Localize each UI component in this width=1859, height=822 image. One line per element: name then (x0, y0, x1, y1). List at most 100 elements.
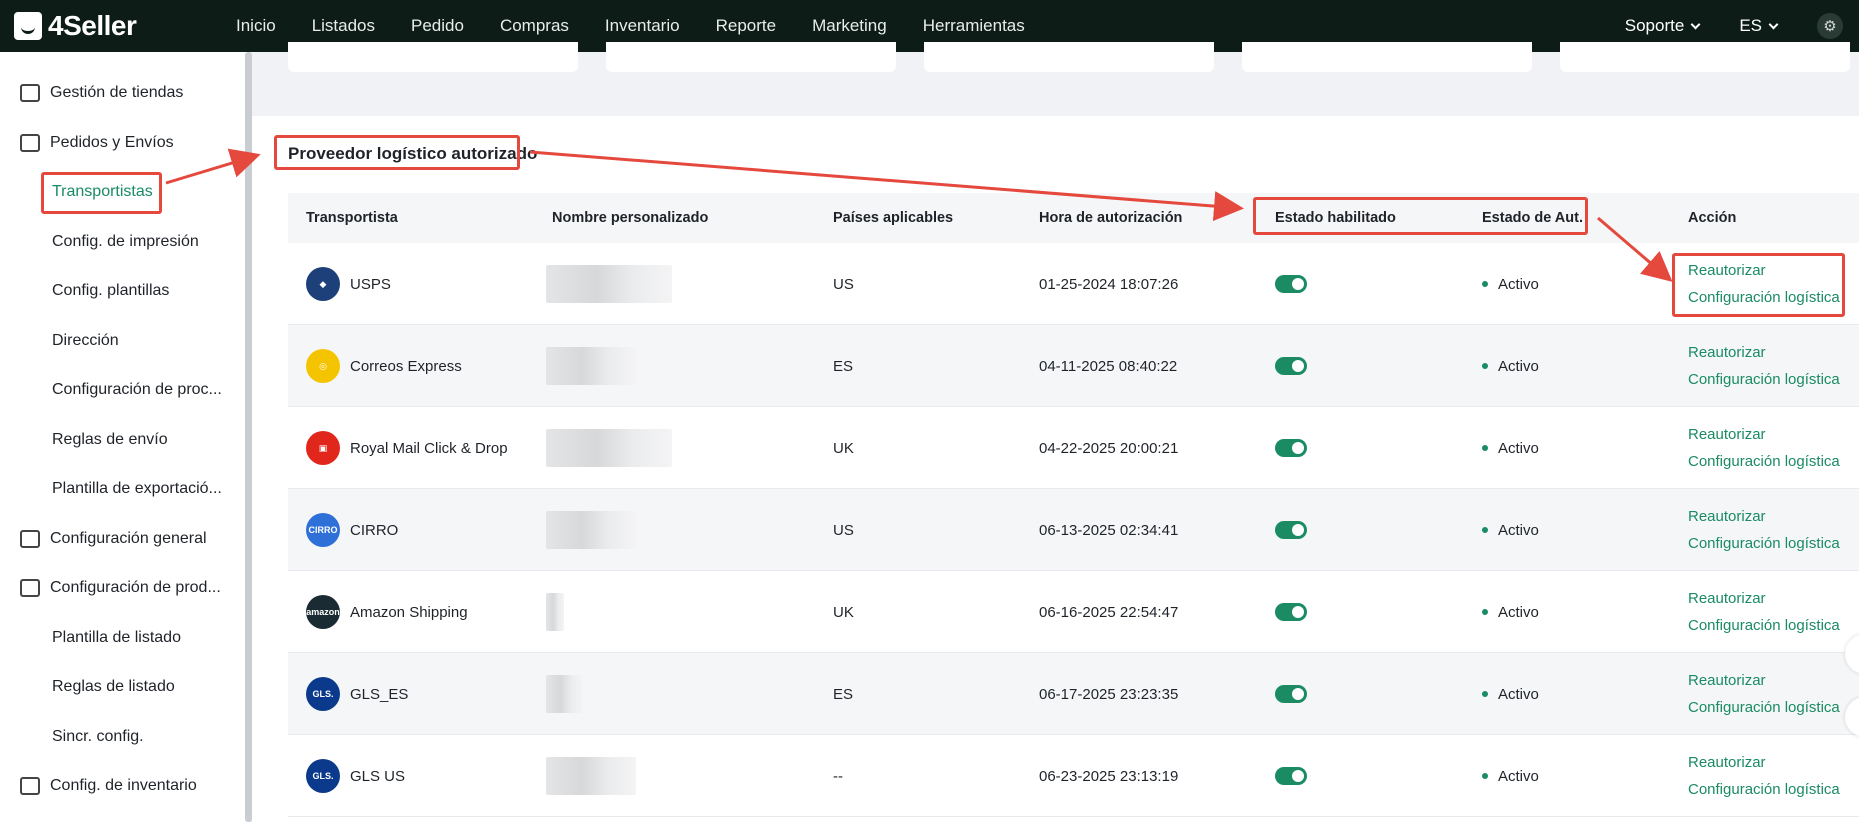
gear-icon[interactable]: ⚙ (1817, 13, 1843, 39)
enabled-cell (1275, 243, 1307, 325)
auth-time-cell: 01-25-2024 18:07:26 (1039, 275, 1179, 293)
custom-name-cell (546, 735, 636, 817)
store-icon (20, 84, 40, 102)
sidebar-item-plantilla-listado[interactable]: Plantilla de listado (0, 618, 245, 658)
sidebar-item-plantilla-exportacion[interactable]: Plantilla de exportació... (0, 469, 245, 509)
sidebar-item-gestion-tiendas[interactable]: Gestión de tiendas (0, 73, 245, 113)
action-cell: Reautorizar Configuración logística (1688, 407, 1840, 489)
enabled-cell (1275, 571, 1307, 653)
nav-item-inventario[interactable]: Inventario (605, 16, 680, 36)
sidebar-item-config-procesamiento[interactable]: Configuración de proc... (0, 370, 245, 410)
action-cell: Reautorizar Configuración logística (1688, 489, 1840, 571)
sidebar-item-pedidos-envios[interactable]: Pedidos y Envíos (0, 123, 245, 163)
table-row: GLS. GLS US -- 06-23-2025 23:13:19 Activ… (288, 735, 1859, 817)
status-dot-icon (1482, 527, 1488, 533)
nav-item-inicio[interactable]: Inicio (236, 16, 276, 36)
reauthorize-link[interactable]: Reautorizar (1688, 503, 1766, 530)
sidebar-item-config-general[interactable]: Configuración general (0, 519, 245, 559)
reauthorize-link[interactable]: Reautorizar (1688, 667, 1766, 694)
enabled-toggle[interactable] (1275, 603, 1307, 621)
status-badge: Activo (1498, 521, 1539, 539)
sidebar-item-label: Configuración de prod... (50, 579, 221, 596)
status-badge: Activo (1498, 275, 1539, 293)
sidebar-item-reglas-envio[interactable]: Reglas de envío (0, 420, 245, 460)
logistics-config-link[interactable]: Configuración logística (1688, 448, 1840, 475)
action-cell: Reautorizar Configuración logística (1688, 571, 1840, 653)
action-cell: Reautorizar Configuración logística (1688, 653, 1840, 735)
countries-cell: ES (833, 685, 854, 703)
logistics-config-link[interactable]: Configuración logística (1688, 530, 1840, 557)
sidebar-item-config-inventario[interactable]: Config. de inventario (0, 766, 245, 806)
table-row: ▣ Royal Mail Click & Drop UK 04-22-2025 … (288, 407, 1859, 489)
enabled-cell (1275, 653, 1307, 735)
reauthorize-link[interactable]: Reautorizar (1688, 421, 1766, 448)
logistics-config-link[interactable]: Configuración logística (1688, 776, 1840, 803)
nav-item-compras[interactable]: Compras (500, 16, 569, 36)
logistics-config-link[interactable]: Configuración logística (1688, 284, 1840, 311)
chevron-down-icon (1690, 19, 1701, 29)
sidebar-item-label: Configuración general (50, 530, 207, 547)
inventory-icon (20, 777, 40, 795)
countries-cell: ES (833, 357, 854, 375)
summary-cards (252, 42, 1859, 98)
carrier-name: GLS US (350, 767, 406, 785)
col-enabled: Estado habilitado (1275, 210, 1396, 226)
support-dropdown[interactable]: Soporte (1625, 16, 1701, 36)
carrier-cell: ◎ Correos Express (306, 325, 462, 407)
status-dot-icon (1482, 445, 1488, 451)
sidebar-item-config-impresion[interactable]: Config. de impresión (0, 222, 245, 262)
logistics-config-link[interactable]: Configuración logística (1688, 366, 1840, 393)
chevron-down-icon (1768, 19, 1779, 29)
sidebar-item-reglas-listado[interactable]: Reglas de listado (0, 667, 245, 707)
sidebar-item-sincr-config[interactable]: Sincr. config. (0, 717, 245, 757)
carrier-name: CIRRO (350, 521, 399, 539)
reauthorize-link[interactable]: Reautorizar (1688, 257, 1766, 284)
sidebar-scrollbar[interactable] (245, 52, 252, 822)
enabled-toggle[interactable] (1275, 521, 1307, 539)
reauthorize-link[interactable]: Reautorizar (1688, 749, 1766, 776)
carrier-cell: ▣ Royal Mail Click & Drop (306, 407, 508, 489)
amazon-shipping-logo: amazon (306, 595, 340, 629)
enabled-toggle[interactable] (1275, 685, 1307, 703)
summary-card (1242, 42, 1532, 72)
logistics-config-link[interactable]: Configuración logística (1688, 612, 1840, 639)
nav-item-herramientas[interactable]: Herramientas (923, 16, 1025, 36)
status-dot-icon (1482, 609, 1488, 615)
custom-name-cell (546, 489, 636, 571)
redacted-custom-name (546, 347, 636, 385)
auth-time-cell: 06-23-2025 23:13:19 (1039, 767, 1179, 785)
enabled-toggle[interactable] (1275, 275, 1307, 293)
enabled-toggle[interactable] (1275, 439, 1307, 457)
language-dropdown[interactable]: ES (1739, 16, 1779, 36)
enabled-toggle[interactable] (1275, 767, 1307, 785)
auth-time-cell: 04-22-2025 20:00:21 (1039, 439, 1179, 457)
sidebar-item-transportistas[interactable]: Transportistas (0, 172, 245, 212)
nav-item-pedido[interactable]: Pedido (411, 16, 464, 36)
sidebar-item-label: Pedidos y Envíos (50, 134, 174, 151)
sidebar-item-config-plantillas[interactable]: Config. plantillas (0, 271, 245, 311)
sidebar-item-direccion[interactable]: Dirección (0, 321, 245, 361)
nav-item-reporte[interactable]: Reporte (716, 16, 776, 36)
status-badge: Activo (1498, 357, 1539, 375)
usps-logo: ◆ (306, 267, 340, 301)
sidebar-item-config-productos[interactable]: Configuración de prod... (0, 568, 245, 608)
carrier-cell: CIRRO CIRRO (306, 489, 398, 571)
nav-item-marketing[interactable]: Marketing (812, 16, 887, 36)
nav-item-listados[interactable]: Listados (312, 16, 375, 36)
custom-name-cell (546, 325, 636, 407)
auth-status-cell: Activo (1482, 325, 1539, 407)
carrier-name: Royal Mail Click & Drop (350, 439, 508, 457)
reauthorize-link[interactable]: Reautorizar (1688, 585, 1766, 612)
status-badge: Activo (1498, 439, 1539, 457)
action-cell: Reautorizar Configuración logística (1688, 735, 1840, 817)
sidebar-item-label: Reglas de listado (52, 678, 175, 695)
carrier-name: Amazon Shipping (350, 603, 468, 621)
sidebar-item-label: Configuración de proc... (52, 381, 222, 398)
logistics-config-link[interactable]: Configuración logística (1688, 694, 1840, 721)
table-row: CIRRO CIRRO US 06-13-2025 02:34:41 Activ… (288, 489, 1859, 571)
reauthorize-link[interactable]: Reautorizar (1688, 339, 1766, 366)
enabled-toggle[interactable] (1275, 357, 1307, 375)
brand-logo[interactable]: 4Seller (14, 10, 214, 42)
redacted-custom-name (546, 511, 636, 549)
countries-cell: UK (833, 439, 854, 457)
